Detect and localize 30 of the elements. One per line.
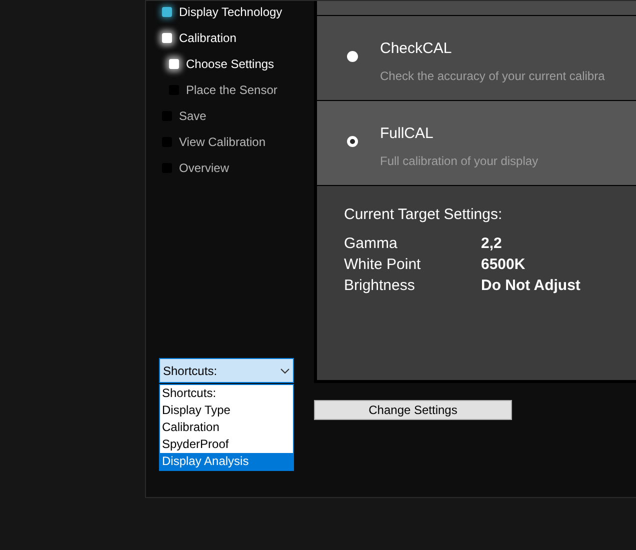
step-label: Save <box>179 108 206 125</box>
dropdown-option[interactable]: Display Type <box>160 402 293 419</box>
target-settings-heading: Current Target Settings: <box>344 205 504 225</box>
option-title: CheckCAL <box>380 39 453 59</box>
change-settings-button[interactable]: Change Settings <box>314 400 512 420</box>
shortcuts-dropdown[interactable]: Shortcuts: <box>159 358 294 383</box>
calibration-option[interactable]: FullCAL Full calibration of your display <box>317 101 636 186</box>
setting-value: 2,2 <box>481 234 502 254</box>
step-label: Place the Sensor <box>186 82 278 99</box>
setting-label: Gamma <box>344 234 398 254</box>
option-description: Full calibration of your display <box>380 152 538 170</box>
step-label: Calibration <box>179 30 236 47</box>
radio-icon <box>347 51 358 62</box>
option-title: FullCAL <box>380 124 434 144</box>
setting-label: White Point <box>344 254 422 274</box>
step-label: View Calibration <box>179 134 266 151</box>
dropdown-option[interactable]: SpyderProof <box>160 436 293 453</box>
radio-icon <box>347 136 358 147</box>
step-label: Overview <box>179 160 230 177</box>
step-label: Display Technology <box>179 4 282 21</box>
calibration-option[interactable]: CheckCAL Check the accuracy of your current calibra <box>317 16 636 101</box>
setting-value: 6500K <box>481 254 526 274</box>
dropdown-option[interactable]: Shortcuts: <box>160 385 293 402</box>
dropdown-option[interactable]: Calibration <box>160 419 293 436</box>
setting-value: Do Not Adjust <box>481 276 580 296</box>
setting-label: Brightness <box>344 276 416 296</box>
dropdown-option[interactable]: Display Analysis <box>160 453 293 470</box>
chevron-down-icon <box>280 368 290 374</box>
option-description: Check the accuracy of your current calibra <box>380 68 605 84</box>
step-label: Choose Settings <box>186 56 274 73</box>
